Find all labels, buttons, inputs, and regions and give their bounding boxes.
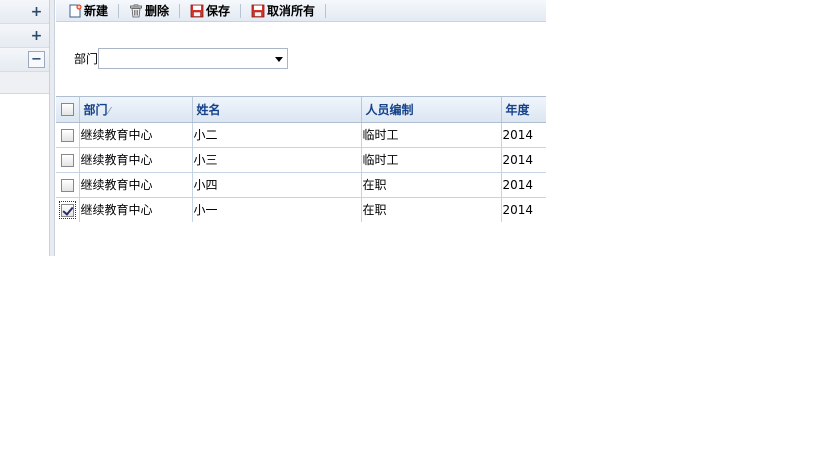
row-select-cell[interactable] <box>56 197 80 222</box>
accordion-row-2[interactable]: + <box>0 24 49 48</box>
cell-year[interactable]: 2014 <box>501 172 546 198</box>
cell-dept[interactable]: 继续教育中心 <box>79 147 193 173</box>
new-document-icon <box>68 3 82 18</box>
sort-indicator-icon: ⁄ <box>108 105 111 117</box>
department-filter-label: 部门 <box>74 52 99 66</box>
cell-dept[interactable]: 继续教育中心 <box>79 172 193 198</box>
row-checkbox[interactable] <box>60 178 74 192</box>
cell-name[interactable]: 小二 <box>192 122 362 148</box>
new-button-label: 新建 <box>84 4 109 18</box>
cell-dept[interactable]: 继续教育中心 <box>79 197 193 222</box>
toolbar-separator <box>118 3 120 18</box>
expand-toggle-1[interactable]: + <box>28 3 45 20</box>
column-header-year[interactable]: 年度 <box>501 97 546 123</box>
column-header-name[interactable]: 姓名 <box>192 97 362 123</box>
new-button[interactable]: 新建 <box>64 2 112 20</box>
expand-toggle-2[interactable]: + <box>28 27 45 44</box>
row-select-cell[interactable] <box>56 147 80 173</box>
save-button[interactable]: 保存 <box>186 2 234 20</box>
cell-name[interactable]: 小一 <box>192 197 362 222</box>
cell-name[interactable]: 小三 <box>192 147 362 173</box>
save-icon <box>190 4 204 18</box>
cell-staffing[interactable]: 临时工 <box>361 147 502 173</box>
focus-outline <box>58 200 76 219</box>
grid-header-row: 部门⁄ 姓名 人员编制 年度 <box>56 97 546 123</box>
cell-year[interactable]: 2014 <box>501 197 546 222</box>
cancel-all-button[interactable]: 取消所有 <box>247 2 319 20</box>
collapse-toggle-3[interactable]: − <box>28 51 45 68</box>
cancel-save-icon <box>251 4 265 18</box>
accordion-row-1[interactable]: + <box>0 0 49 24</box>
row-select-cell[interactable] <box>56 122 80 148</box>
cell-name[interactable]: 小四 <box>192 172 362 198</box>
toolbar-separator <box>325 3 327 18</box>
table-row[interactable]: 继续教育中心 小一 在职 2014 <box>56 197 546 222</box>
trash-icon <box>129 4 143 18</box>
row-checkbox-checked[interactable] <box>60 203 74 217</box>
table-row[interactable]: 继续教育中心 小三 临时工 2014 <box>56 147 546 173</box>
row-checkbox[interactable] <box>60 153 74 167</box>
select-all-cell[interactable] <box>56 97 80 123</box>
toolbar: 新建 删除 保存 取消所有 <box>56 0 546 22</box>
personnel-grid: 部门⁄ 姓名 人员编制 年度 继续教育中心 小二 临时工 2014 继续教育中心… <box>56 96 546 222</box>
row-checkbox[interactable] <box>60 128 74 142</box>
chevron-down-icon[interactable] <box>275 57 284 62</box>
table-row[interactable]: 继续教育中心 小二 临时工 2014 <box>56 122 546 148</box>
cell-staffing[interactable]: 临时工 <box>361 122 502 148</box>
toolbar-separator <box>240 3 242 18</box>
cell-year[interactable]: 2014 <box>501 122 546 148</box>
delete-button-label: 删除 <box>145 4 170 18</box>
accordion-row-3[interactable]: − <box>0 48 49 72</box>
row-select-cell[interactable] <box>56 172 80 198</box>
column-header-dept-label: 部门 <box>83 102 108 117</box>
toolbar-separator <box>179 3 181 18</box>
delete-button[interactable]: 删除 <box>125 2 173 20</box>
cell-dept[interactable]: 继续教育中心 <box>79 122 193 148</box>
department-select[interactable] <box>98 48 289 69</box>
save-button-label: 保存 <box>206 4 231 18</box>
cancel-all-button-label: 取消所有 <box>267 4 316 18</box>
column-header-dept[interactable]: 部门⁄ <box>79 97 193 123</box>
table-row[interactable]: 继续教育中心 小四 在职 2014 <box>56 172 546 198</box>
cell-staffing[interactable]: 在职 <box>361 197 502 222</box>
column-header-staffing[interactable]: 人员编制 <box>361 97 502 123</box>
left-accordion-panel: + + − <box>0 0 49 94</box>
select-all-checkbox[interactable] <box>60 103 74 117</box>
cell-year[interactable]: 2014 <box>501 147 546 173</box>
department-filter: 部门 <box>74 48 289 69</box>
cell-staffing[interactable]: 在职 <box>361 172 502 198</box>
panel-splitter[interactable] <box>49 0 55 256</box>
